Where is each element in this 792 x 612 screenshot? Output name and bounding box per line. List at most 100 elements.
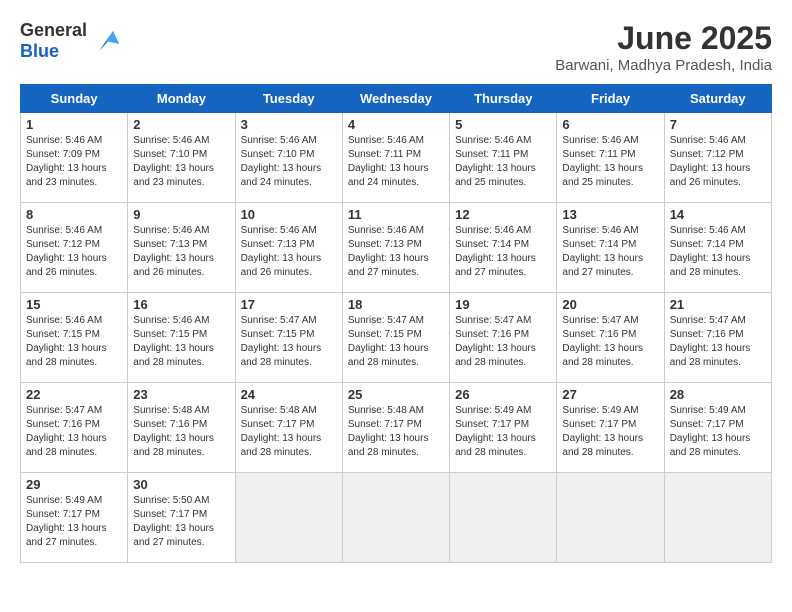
calendar-table: SundayMondayTuesdayWednesdayThursdayFrid… [20,84,772,563]
calendar-cell: 26Sunrise: 5:49 AM Sunset: 7:17 PM Dayli… [450,383,557,473]
day-number: 25 [348,387,444,402]
month-title: June 2025 [555,20,772,57]
calendar-week-4: 22Sunrise: 5:47 AM Sunset: 7:16 PM Dayli… [21,383,772,473]
calendar-cell: 12Sunrise: 5:46 AM Sunset: 7:14 PM Dayli… [450,203,557,293]
day-number: 9 [133,207,229,222]
day-number: 6 [562,117,658,132]
day-info: Sunrise: 5:47 AM Sunset: 7:15 PM Dayligh… [348,314,444,370]
day-number: 24 [241,387,337,402]
logo: General Blue [20,20,121,62]
calendar-header-wednesday: Wednesday [342,85,449,113]
day-number: 7 [670,117,766,132]
calendar-cell: 25 Sunrise: 5:48 AM Sunset: 7:17 PM Dayli… [342,383,449,473]
day-info: Sunrise: 5:47 AM Sunset: 7:16 PM Dayligh… [670,314,766,370]
page-header: General Blue June 2025 Barwani, Madhya P… [20,20,772,74]
calendar-cell: 11 Sunrise: 5:46 AM Sunset: 7:13 PM Dayli… [342,203,449,293]
day-number: 12 [455,207,551,222]
day-number: 28 [670,387,766,402]
calendar-cell: 19 Sunrise: 5:47 AM Sunset: 7:16 PM Dayli… [450,293,557,383]
day-number: 16 [133,297,229,312]
calendar-cell: 6 Sunrise: 5:46 AM Sunset: 7:11 PM Daylig… [557,113,664,203]
calendar-cell: 21 Sunrise: 5:47 AM Sunset: 7:16 PM Dayli… [664,293,771,383]
day-number: 10 [241,207,337,222]
day-info: Sunrise: 5:46 AM Sunset: 7:13 PM Dayligh… [241,224,337,280]
day-number: 8 [26,207,122,222]
calendar-cell: 29 Sunrise: 5:49 AM Sunset: 7:17 PM Dayli… [21,473,128,563]
calendar-week-1: 1Sunrise: 5:46 AM Sunset: 7:09 PM Daylig… [21,113,772,203]
calendar-cell: 3Sunrise: 5:46 AM Sunset: 7:10 PM Daylig… [235,113,342,203]
day-info: Sunrise: 5:50 AM Sunset: 7:17 PM Dayligh… [133,494,229,550]
day-number: 29 [26,477,122,492]
day-info: Sunrise: 5:46 AM Sunset: 7:14 PM Dayligh… [670,224,766,280]
day-info: Sunrise: 5:47 AM Sunset: 7:16 PM Dayligh… [562,314,658,370]
calendar-cell: 1Sunrise: 5:46 AM Sunset: 7:09 PM Daylig… [21,113,128,203]
day-number: 3 [241,117,337,132]
day-info: Sunrise: 5:49 AM Sunset: 7:17 PM Dayligh… [455,404,551,460]
day-info: Sunrise: 5:46 AM Sunset: 7:11 PM Dayligh… [348,134,444,190]
day-info: Sunrise: 5:46 AM Sunset: 7:15 PM Dayligh… [133,314,229,370]
day-info: Sunrise: 5:48 AM Sunset: 7:17 PM Dayligh… [348,404,444,460]
day-info: Sunrise: 5:46 AM Sunset: 7:12 PM Dayligh… [670,134,766,190]
day-info: Sunrise: 5:49 AM Sunset: 7:17 PM Dayligh… [670,404,766,460]
calendar-header-sunday: Sunday [21,85,128,113]
day-info: Sunrise: 5:46 AM Sunset: 7:13 PM Dayligh… [133,224,229,280]
day-number: 22 [26,387,122,402]
calendar-cell [450,473,557,563]
day-info: Sunrise: 5:46 AM Sunset: 7:10 PM Dayligh… [133,134,229,190]
calendar-cell: 14Sunrise: 5:46 AM Sunset: 7:14 PM Dayli… [664,203,771,293]
day-number: 13 [562,207,658,222]
day-number: 30 [133,477,229,492]
calendar-header-tuesday: Tuesday [235,85,342,113]
calendar-cell: 16 Sunrise: 5:46 AM Sunset: 7:15 PM Dayli… [128,293,235,383]
calendar-cell: 15Sunrise: 5:46 AM Sunset: 7:15 PM Dayli… [21,293,128,383]
day-info: Sunrise: 5:46 AM Sunset: 7:14 PM Dayligh… [562,224,658,280]
calendar-cell [342,473,449,563]
day-number: 27 [562,387,658,402]
calendar-cell: 13 Sunrise: 5:46 AM Sunset: 7:14 PM Dayli… [557,203,664,293]
calendar-header-saturday: Saturday [664,85,771,113]
day-number: 21 [670,297,766,312]
title-area: June 2025 Barwani, Madhya Pradesh, India [555,20,772,74]
calendar-cell [235,473,342,563]
calendar-cell: 5 Sunrise: 5:46 AM Sunset: 7:11 PM Daylig… [450,113,557,203]
calendar-week-5: 29 Sunrise: 5:49 AM Sunset: 7:17 PM Dayli… [21,473,772,563]
day-number: 18 [348,297,444,312]
logo-blue: Blue [20,41,59,61]
calendar-cell: 9 Sunrise: 5:46 AM Sunset: 7:13 PM Daylig… [128,203,235,293]
calendar-week-3: 15Sunrise: 5:46 AM Sunset: 7:15 PM Dayli… [21,293,772,383]
calendar-cell: 18 Sunrise: 5:47 AM Sunset: 7:15 PM Dayli… [342,293,449,383]
logo-text: General Blue [20,20,87,62]
day-number: 19 [455,297,551,312]
day-number: 4 [348,117,444,132]
calendar-cell: 24 Sunrise: 5:48 AM Sunset: 7:17 PM Dayli… [235,383,342,473]
day-info: Sunrise: 5:49 AM Sunset: 7:17 PM Dayligh… [562,404,658,460]
day-number: 1 [26,117,122,132]
calendar-cell: 28 Sunrise: 5:49 AM Sunset: 7:17 PM Dayli… [664,383,771,473]
day-number: 11 [348,207,444,222]
location-title: Barwani, Madhya Pradesh, India [555,57,772,74]
calendar-cell: 17Sunrise: 5:47 AM Sunset: 7:15 PM Dayli… [235,293,342,383]
calendar-cell [557,473,664,563]
day-info: Sunrise: 5:47 AM Sunset: 7:15 PM Dayligh… [241,314,337,370]
day-info: Sunrise: 5:46 AM Sunset: 7:13 PM Dayligh… [348,224,444,280]
day-number: 20 [562,297,658,312]
day-info: Sunrise: 5:46 AM Sunset: 7:15 PM Dayligh… [26,314,122,370]
day-number: 5 [455,117,551,132]
day-info: Sunrise: 5:47 AM Sunset: 7:16 PM Dayligh… [455,314,551,370]
logo-icon [91,26,121,56]
calendar-cell: 30 Sunrise: 5:50 AM Sunset: 7:17 PM Dayli… [128,473,235,563]
day-info: Sunrise: 5:48 AM Sunset: 7:16 PM Dayligh… [133,404,229,460]
day-number: 2 [133,117,229,132]
logo-general: General [20,20,87,40]
calendar-week-2: 8 Sunrise: 5:46 AM Sunset: 7:12 PM Daylig… [21,203,772,293]
day-info: Sunrise: 5:46 AM Sunset: 7:11 PM Dayligh… [562,134,658,190]
day-number: 23 [133,387,229,402]
calendar-cell [664,473,771,563]
day-info: Sunrise: 5:46 AM Sunset: 7:12 PM Dayligh… [26,224,122,280]
calendar-cell: 27 Sunrise: 5:49 AM Sunset: 7:17 PM Dayli… [557,383,664,473]
day-info: Sunrise: 5:46 AM Sunset: 7:11 PM Dayligh… [455,134,551,190]
day-info: Sunrise: 5:49 AM Sunset: 7:17 PM Dayligh… [26,494,122,550]
day-info: Sunrise: 5:48 AM Sunset: 7:17 PM Dayligh… [241,404,337,460]
calendar-cell: 8 Sunrise: 5:46 AM Sunset: 7:12 PM Daylig… [21,203,128,293]
calendar-cell: 10 Sunrise: 5:46 AM Sunset: 7:13 PM Dayli… [235,203,342,293]
